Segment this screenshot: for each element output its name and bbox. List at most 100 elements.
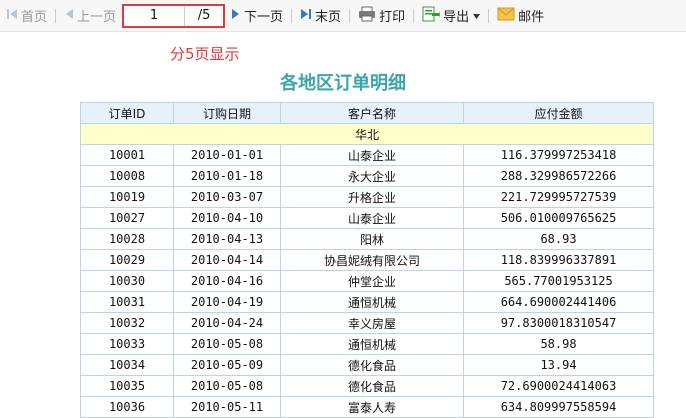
- cell-amount-due: 506.010009765625: [463, 207, 654, 229]
- cell-order-id: 10019: [80, 186, 174, 208]
- table-row: 10036 2010-05-11 富泰人寿 634.809997558594: [80, 396, 654, 418]
- region-group-label: 华北: [80, 123, 654, 145]
- print-button[interactable]: 打印: [358, 0, 405, 31]
- cell-order-date: 2010-04-14: [173, 249, 281, 271]
- last-page-label: 末页: [315, 10, 342, 25]
- cell-amount-due: 565.77001953125: [463, 270, 654, 292]
- table-header-row: 订单ID 订购日期 客户名称 应付金额: [80, 102, 654, 124]
- toolbar-divider: [488, 8, 490, 23]
- toolbar-divider: [55, 8, 57, 23]
- cell-amount-due: 664.690002441406: [463, 291, 654, 313]
- cell-order-id: 10030: [80, 270, 174, 292]
- chevron-down-icon: [473, 8, 481, 23]
- prev-page-icon: [64, 8, 74, 24]
- cell-order-date: 2010-03-07: [173, 186, 281, 208]
- toolbar-divider: [291, 8, 293, 23]
- table-row: 10028 2010-04-13 阳林 68.93: [80, 228, 654, 250]
- cell-order-id: 10034: [80, 354, 174, 376]
- table-row: 10034 2010-05-09 德化食品 13.94: [80, 354, 654, 376]
- cell-amount-due: 118.839996337891: [463, 249, 654, 271]
- page-navigator: /5: [122, 3, 226, 28]
- table-row: 10019 2010-03-07 升格企业 221.729995727539: [80, 186, 654, 208]
- cell-order-date: 2010-05-09: [173, 354, 281, 376]
- page-count-annotation: 分5页显示: [170, 45, 240, 63]
- first-page-label: 首页: [21, 10, 48, 25]
- table-row: 10035 2010-05-08 德化食品 72.6900024414063: [80, 375, 654, 397]
- cell-order-id: 10032: [80, 312, 174, 334]
- last-page-icon: [300, 8, 312, 24]
- first-page-icon: [6, 8, 18, 24]
- cell-customer-name: 永大企业: [280, 165, 464, 187]
- cell-amount-due: 68.93: [463, 228, 654, 250]
- column-header-order-id: 订单ID: [80, 102, 174, 124]
- cell-order-date: 2010-04-10: [173, 207, 281, 229]
- next-page-label: 下一页: [244, 10, 284, 25]
- cell-order-id: 10031: [80, 291, 174, 313]
- cell-order-id: 10029: [80, 249, 174, 271]
- cell-customer-name: 通恒机械: [280, 333, 464, 355]
- cell-order-date: 2010-04-24: [173, 312, 281, 334]
- next-page-icon: [231, 8, 241, 24]
- cell-customer-name: 山泰企业: [280, 207, 464, 229]
- print-label: 打印: [379, 10, 406, 25]
- order-detail-table: 订单ID 订购日期 客户名称 应付金额 华北 10001 2010-01-01 山泰…: [80, 102, 654, 418]
- table-row: 10029 2010-04-14 协昌妮绒有限公司 118.839996337891: [80, 249, 654, 271]
- cell-order-date: 2010-04-16: [173, 270, 281, 292]
- cell-order-date: 2010-05-11: [173, 396, 281, 418]
- cell-customer-name: 仲堂企业: [280, 270, 464, 292]
- table-row: 10030 2010-04-16 仲堂企业 565.77001953125: [80, 270, 654, 292]
- cell-customer-name: 山泰企业: [280, 144, 464, 166]
- cell-order-date: 2010-04-19: [173, 291, 281, 313]
- cell-order-date: 2010-05-08: [173, 333, 281, 355]
- last-page-button[interactable]: 末页: [300, 0, 341, 31]
- cell-amount-due: 116.379997253418: [463, 144, 654, 166]
- cell-amount-due: 58.98: [463, 333, 654, 355]
- mail-button[interactable]: 邮件: [497, 0, 544, 31]
- cell-order-date: 2010-01-01: [173, 144, 281, 166]
- cell-order-id: 10033: [80, 333, 174, 355]
- cell-amount-due: 97.8300018310547: [463, 312, 654, 334]
- cell-amount-due: 634.809997558594: [463, 396, 654, 418]
- cell-customer-name: 协昌妮绒有限公司: [280, 249, 464, 271]
- page-number-input[interactable]: [124, 5, 186, 26]
- region-group-row: 华北: [80, 123, 654, 145]
- cell-order-id: 10028: [80, 228, 174, 250]
- cell-customer-name: 升格企业: [280, 186, 464, 208]
- cell-order-date: 2010-01-18: [173, 165, 281, 187]
- export-label: 导出: [443, 10, 470, 25]
- cell-amount-due: 288.329986572266: [463, 165, 654, 187]
- cell-customer-name: 幸义房屋: [280, 312, 464, 334]
- cell-order-id: 10008: [80, 165, 174, 187]
- cell-customer-name: 通恒机械: [280, 291, 464, 313]
- cell-customer-name: 德化食品: [280, 375, 464, 397]
- toolbar-divider: [349, 8, 351, 23]
- table-row: 10031 2010-04-19 通恒机械 664.690002441406: [80, 291, 654, 313]
- cell-order-id: 10027: [80, 207, 174, 229]
- mail-label: 邮件: [518, 10, 545, 25]
- cell-amount-due: 221.729995727539: [463, 186, 654, 208]
- cell-amount-due: 72.6900024414063: [463, 375, 654, 397]
- column-header-customer-name: 客户名称: [280, 102, 464, 124]
- cell-order-id: 10035: [80, 375, 174, 397]
- cell-order-date: 2010-05-08: [173, 375, 281, 397]
- report-toolbar: 首页 上一页 /5 下一页 末页 打印 导出: [0, 0, 686, 32]
- printer-icon: [358, 6, 376, 26]
- export-icon: [422, 6, 441, 26]
- cell-customer-name: 富泰人寿: [280, 396, 464, 418]
- table-row: 10001 2010-01-01 山泰企业 116.379997253418: [80, 144, 654, 166]
- next-page-button[interactable]: 下一页: [231, 0, 283, 31]
- cell-order-id: 10036: [80, 396, 174, 418]
- table-row: 10032 2010-04-24 幸义房屋 97.8300018310547: [80, 312, 654, 334]
- table-row: 10027 2010-04-10 山泰企业 506.010009765625: [80, 207, 654, 229]
- cell-order-date: 2010-04-13: [173, 228, 281, 250]
- cell-customer-name: 德化食品: [280, 354, 464, 376]
- prev-page-label: 上一页: [77, 10, 117, 25]
- first-page-button[interactable]: 首页: [6, 0, 47, 31]
- prev-page-button[interactable]: 上一页: [64, 0, 116, 31]
- cell-amount-due: 13.94: [463, 354, 654, 376]
- cell-order-id: 10001: [80, 144, 174, 166]
- column-header-order-date: 订购日期: [173, 102, 281, 124]
- report-title: 各地区订单明细: [280, 73, 406, 94]
- export-dropdown[interactable]: 导出: [422, 0, 481, 31]
- table-row: 10008 2010-01-18 永大企业 288.329986572266: [80, 165, 654, 187]
